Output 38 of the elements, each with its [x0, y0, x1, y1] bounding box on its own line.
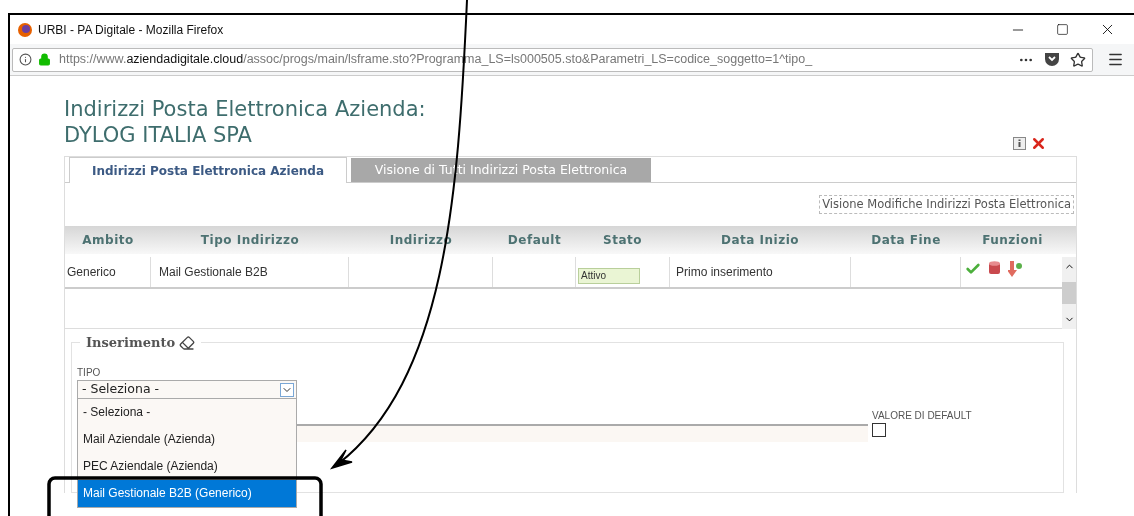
dropdown-caret-icon[interactable]	[280, 382, 294, 397]
database-icon[interactable]	[989, 261, 1000, 276]
changes-link[interactable]: Visione Modifiche Indirizzi Posta Elettronica	[819, 194, 1074, 215]
column-header: Data Inizio	[719, 232, 800, 249]
down-arrow-icon[interactable]	[1008, 261, 1023, 277]
dropdown-option[interactable]: Mail Gestionale B2B (Generico)	[78, 479, 296, 507]
confirm-check-icon[interactable]	[965, 261, 981, 277]
column-header: Funzioni	[981, 232, 1044, 249]
column-header: Stato	[602, 232, 643, 249]
dropdown-option[interactable]: Mail Aziendale (Azienda)	[78, 425, 296, 453]
tab[interactable]: Indirizzi Posta Elettronica Azienda	[69, 157, 347, 183]
page-heading: DYLOG ITALIA SPA	[64, 122, 253, 148]
menu-icon[interactable]	[1107, 51, 1124, 68]
field-label: VALORE DI DEFAULT	[872, 408, 972, 423]
column-header: Data Fine	[870, 232, 942, 249]
info-icon[interactable]	[19, 53, 32, 66]
default-checkbox[interactable]	[872, 422, 886, 437]
section-title: Inserimento	[86, 334, 176, 352]
close-page-icon[interactable]	[1030, 135, 1047, 152]
table-cell: Primo inserimento	[669, 257, 851, 287]
window-title: URBI - PA Digitale - Mozilla Firefox	[38, 21, 224, 39]
column-header: Ambito	[81, 232, 135, 249]
field-label: TIPO	[77, 365, 102, 380]
maximize-icon[interactable]	[1056, 23, 1069, 36]
eraser-icon	[179, 334, 196, 351]
table-cell: Generico	[65, 257, 151, 287]
dropdown-option[interactable]: - Seleziona -	[78, 398, 296, 426]
shield-icon[interactable]	[1044, 52, 1060, 67]
browser-logo-icon	[18, 22, 32, 37]
status-badge: Attivo	[578, 268, 640, 284]
table-cell: Mail Gestionale B2B	[151, 257, 349, 287]
column-header: Tipo Indirizzo	[199, 232, 301, 249]
help-icon[interactable]	[1013, 137, 1026, 150]
column-header: Default	[506, 232, 563, 249]
scrollbar[interactable]	[1062, 257, 1076, 329]
page-heading: Indirizzi Posta Elettronica Azienda:	[64, 96, 426, 122]
bookmark-star-icon[interactable]	[1070, 51, 1086, 68]
type-select[interactable]: - Seleziona -	[77, 379, 297, 400]
